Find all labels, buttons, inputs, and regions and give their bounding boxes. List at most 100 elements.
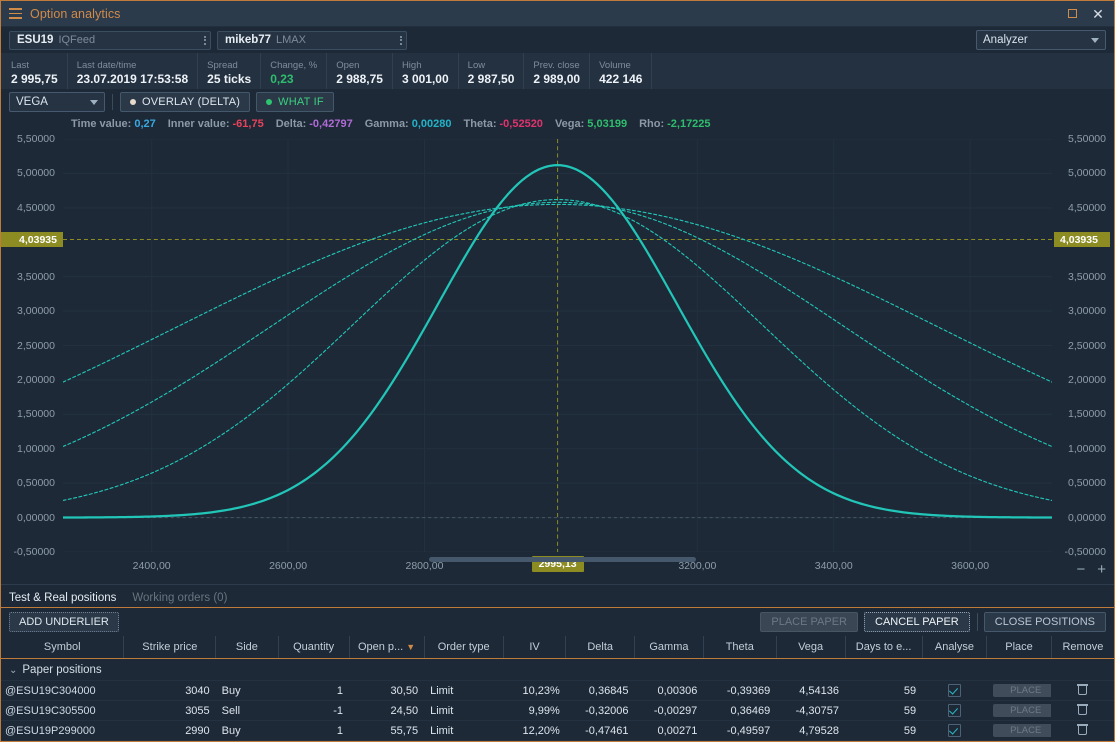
chart-horizontal-scrollbar[interactable] <box>63 557 1052 562</box>
cancel-paper-label: CANCEL PAPER <box>875 616 959 628</box>
y-axis-tick: 0,50000 <box>17 477 55 490</box>
column-header-label: Days to e... <box>855 641 912 653</box>
greek-2: Delta: -0,42797 <box>276 118 353 130</box>
mode-select[interactable]: Analyzer <box>976 30 1106 50</box>
analyse-checkbox[interactable] <box>947 684 961 697</box>
column-header-gamma[interactable]: Gamma <box>634 636 704 659</box>
greek-label: Vega: <box>554 118 585 130</box>
column-header-order-type[interactable]: Order type <box>424 636 504 659</box>
close-positions-button[interactable]: CLOSE POSITIONS <box>983 612 1106 632</box>
cell-gamma: 0,00306 <box>634 680 704 701</box>
zoom-out-button[interactable]: − <box>1076 562 1085 577</box>
action-divider <box>976 613 978 631</box>
y-axis-tick: 3,00000 <box>17 305 55 318</box>
cell-remove <box>1051 720 1114 741</box>
column-header-delta[interactable]: Delta <box>565 636 636 659</box>
filter-icon[interactable]: ▼ <box>406 642 415 652</box>
toolbar-divider <box>112 94 113 110</box>
column-header-label: Gamma <box>649 641 689 653</box>
column-header-label: Remove <box>1062 641 1104 653</box>
column-header-remove[interactable]: Remove <box>1051 636 1114 659</box>
close-icon[interactable]: ✕ <box>1086 3 1110 25</box>
scrollbar-thumb[interactable] <box>428 557 696 562</box>
place-button[interactable]: PLACE <box>992 704 1052 717</box>
cell-symbol: @ESU19C304000 <box>1 680 124 701</box>
analyse-checkbox[interactable] <box>947 724 961 737</box>
hamburger-icon[interactable] <box>9 8 22 19</box>
table-row[interactable]: @ESU19C304000 3040 Buy 1 30,50 Limit 10,23% 0,3… <box>1 680 1114 701</box>
cell-quantity: 1 <box>278 720 350 741</box>
y-axis-crosshair-label: 4,03935 <box>1 232 63 248</box>
positions-tabs: Test & Real positions Working orders (0) <box>1 585 1114 608</box>
overlay-status-dot-icon <box>130 99 136 105</box>
y-axis-right[interactable]: 5,50000 5,00000 4,50000 3,50000 3,00000 2,500… <box>1052 133 1114 558</box>
column-header-open-p[interactable]: Open p... ▼ <box>349 636 425 659</box>
zoom-in-button[interactable]: + <box>1097 562 1106 577</box>
what-if-button[interactable]: WHAT IF <box>256 92 334 112</box>
group-row[interactable]: ⌄ Paper positions <box>1 658 1114 681</box>
overlay-delta-button[interactable]: OVERLAY (DELTA) <box>120 92 251 112</box>
greek-value: -0,42797 <box>309 118 353 130</box>
place-button[interactable]: PLACE <box>992 684 1052 697</box>
table-row[interactable]: @ESU19P299000 2990 Buy 1 55,75 Limit 12,20% -0,… <box>1 720 1114 741</box>
account-selector[interactable]: mikeb77 LMAX <box>217 30 407 50</box>
place-paper-button[interactable]: PLACE PAPER <box>760 612 858 632</box>
table-row[interactable]: @ESU19C305500 3055 Sell -1 24,50 Limit 9,99% -0… <box>1 700 1114 721</box>
column-header-theta[interactable]: Theta <box>703 636 777 659</box>
tab-working-orders[interactable]: Working orders (0) <box>132 592 227 607</box>
account-menu-icon[interactable] <box>400 35 402 45</box>
cell-side: Buy <box>215 720 279 741</box>
y-axis-tick: 2,00000 <box>1068 373 1106 386</box>
column-header-label: Strike price <box>142 641 198 653</box>
trash-icon[interactable] <box>1077 703 1089 715</box>
column-header-label: Open p... <box>357 641 404 653</box>
column-header-vega[interactable]: Vega <box>776 636 846 659</box>
column-header-strike-price[interactable]: Strike price <box>123 636 217 659</box>
greek-value: -2,17225 <box>667 118 711 130</box>
chart-zoom-controls: − + <box>1076 562 1106 577</box>
quote-value: 3 001,00 <box>401 71 449 86</box>
column-header-label: Analyse <box>934 641 974 653</box>
vega-curve-vega-t2 <box>62 201 1053 448</box>
greek-5: Vega: 5,03199 <box>555 118 627 130</box>
column-header-iv[interactable]: IV <box>503 636 567 659</box>
chart-area[interactable]: Time value: 0,27 Inner value: -61,75 Delta: -… <box>1 115 1114 584</box>
place-button[interactable]: PLACE <box>992 724 1052 737</box>
y-axis-tick: 1,50000 <box>17 408 55 421</box>
greek-select[interactable]: VEGA <box>9 92 105 112</box>
instrument-code: ESU19 <box>17 34 54 46</box>
group-cell: ⌄ Paper positions <box>1 658 1114 681</box>
y-axis-left[interactable]: 5,50000 5,00000 4,50000 3,50000 3,00000 2,500… <box>1 133 63 558</box>
y-axis-tick: -0,50000 <box>1064 546 1106 558</box>
quote-value: 2 987,50 <box>467 71 515 86</box>
cell-delta: -0,47461 <box>565 720 635 741</box>
instrument-menu-icon[interactable] <box>204 35 206 45</box>
cell-open-price: 55,75 <box>349 720 425 741</box>
tab-test-real-positions[interactable]: Test & Real positions <box>9 592 116 607</box>
positions-action-buttons: PLACE PAPER CANCEL PAPER CLOSE POSITIONS <box>754 612 1106 632</box>
greek-4: Theta: -0,52520 <box>464 118 543 130</box>
chart-plot[interactable] <box>61 138 1054 553</box>
table-header-row: Symbol Strike price Side Quantity Open p... ▼… <box>1 636 1114 659</box>
column-header-label: Quantity <box>293 641 335 653</box>
quote-label: Spread <box>207 59 238 71</box>
column-header-place[interactable]: Place <box>986 636 1052 659</box>
column-header-side[interactable]: Side <box>215 636 279 659</box>
column-header-quantity[interactable]: Quantity <box>278 636 350 659</box>
greek-label: Time value: <box>71 118 132 130</box>
analyse-checkbox[interactable] <box>947 704 961 717</box>
cell-side: Buy <box>215 680 279 701</box>
cell-remove <box>1051 680 1114 701</box>
quote-value: 422 146 <box>599 71 643 86</box>
add-underlier-button[interactable]: ADD UNDERLIER <box>9 612 119 632</box>
column-header-symbol[interactable]: Symbol <box>1 636 125 659</box>
column-header-days-to-e[interactable]: Days to e... <box>845 636 923 659</box>
maximize-icon[interactable] <box>1060 3 1084 25</box>
quote-label: High <box>401 59 422 71</box>
column-header-analyse[interactable]: Analyse <box>922 636 988 659</box>
trash-icon[interactable] <box>1077 723 1089 735</box>
instrument-selector[interactable]: ESU19 IQFeed <box>9 30 211 50</box>
cancel-paper-button[interactable]: CANCEL PAPER <box>864 612 970 632</box>
trash-icon[interactable] <box>1077 683 1089 695</box>
chevron-down-icon[interactable]: ⌄ <box>9 665 17 676</box>
